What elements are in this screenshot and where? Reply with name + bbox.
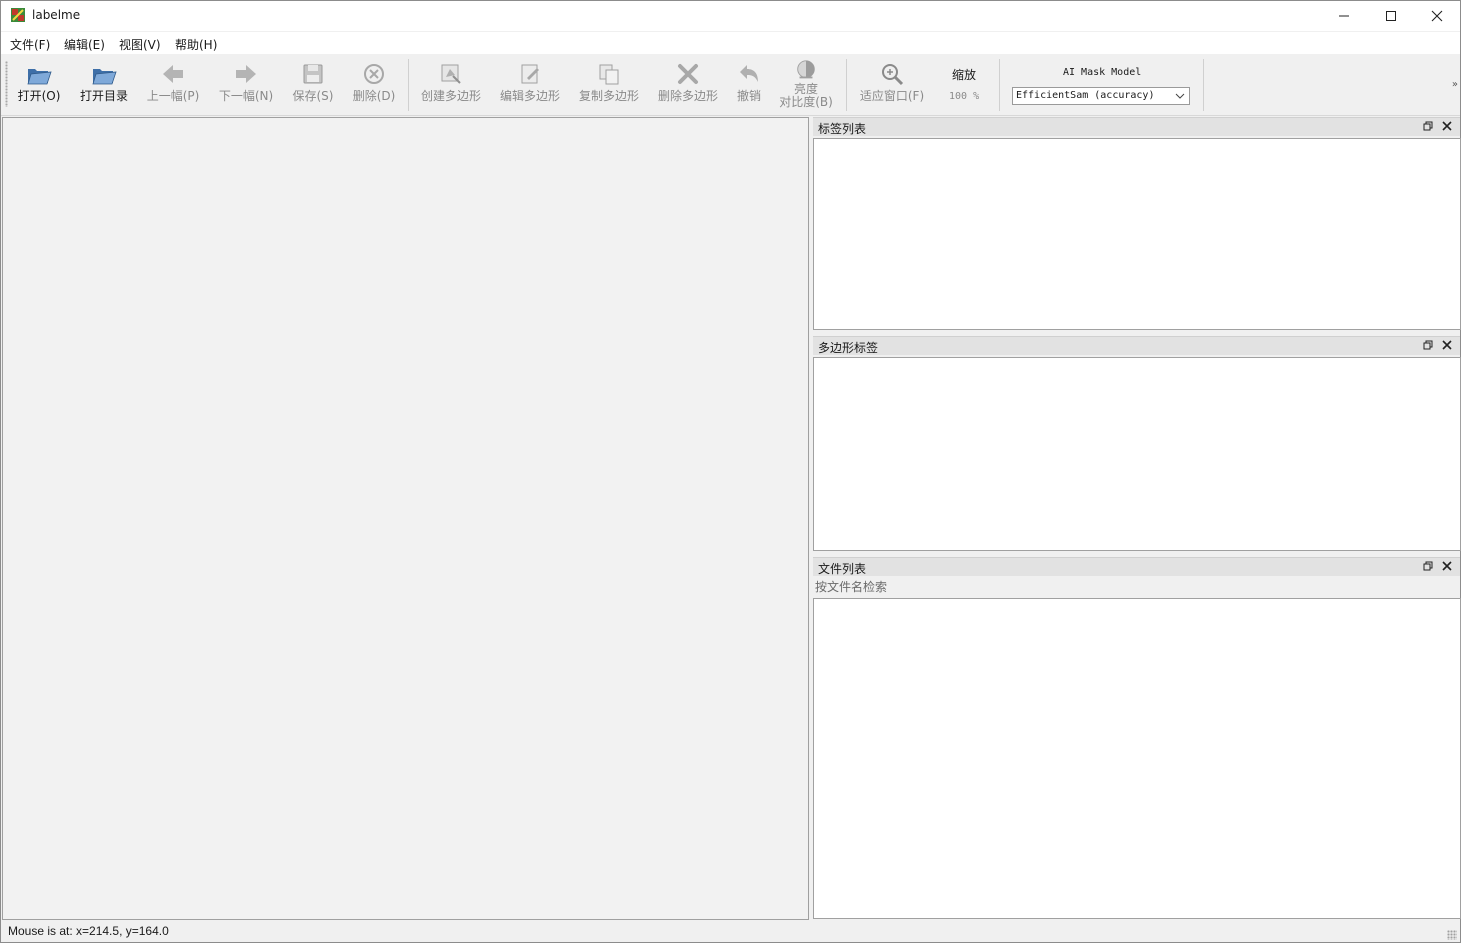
close-window-button[interactable] (1414, 1, 1460, 31)
file-search-box (813, 577, 1460, 597)
title-bar[interactable]: labelme (1, 1, 1460, 31)
polygon-labels-dock-title[interactable]: 多边形标签 (813, 336, 1460, 355)
close-dock-icon[interactable] (1442, 121, 1452, 131)
toolbar-separator (1203, 59, 1204, 111)
app-window: labelme 文件(F) 编辑(E) 视图(V) 帮助(H) 打开(O) 打开… (0, 0, 1461, 943)
copy-polygon-button[interactable]: 复制多边形 (576, 61, 642, 103)
delete-file-label: 删除(D) (352, 89, 396, 103)
copy-polygon-label: 复制多边形 (578, 89, 639, 103)
undo-arrow-icon (740, 65, 758, 82)
float-dock-icon[interactable] (1423, 340, 1433, 350)
menu-bar: 文件(F) 编辑(E) 视图(V) 帮助(H) (1, 32, 1460, 54)
ai-model-selected-value: EfficientSam (accuracy) (1016, 90, 1155, 101)
floppy-disk-icon (303, 64, 323, 84)
save-label: 保存(S) (292, 89, 334, 103)
prev-image-label: 上一幅(P) (146, 89, 200, 103)
label-list[interactable] (813, 138, 1461, 330)
resize-grip[interactable] (1447, 930, 1457, 940)
zoom-fit-icon (882, 64, 904, 86)
next-image-label: 下一幅(N) (218, 89, 274, 103)
label-list-title: 标签列表 (818, 122, 867, 136)
mouse-position-status: Mouse is at: x=214.5, y=164.0 (8, 924, 169, 938)
undo-button[interactable]: 撤销 (731, 61, 767, 103)
delete-polygon-button[interactable]: 删除多边形 (655, 61, 721, 103)
create-polygon-label: 创建多边形 (420, 89, 481, 103)
maximize-button[interactable] (1368, 1, 1414, 31)
chevron-down-icon (1175, 93, 1185, 99)
toolbar-separator (408, 59, 409, 111)
float-dock-icon[interactable] (1423, 561, 1433, 571)
arrow-left-icon (163, 65, 183, 83)
next-image-button[interactable]: 下一幅(N) (218, 61, 274, 103)
edit-polygon-label: 编辑多边形 (499, 89, 560, 103)
brightness-contrast-button[interactable]: 亮度 对比度(B) (777, 59, 835, 109)
open-button[interactable]: 打开(O) (15, 61, 63, 103)
menu-edit[interactable]: 编辑(E) (64, 36, 105, 53)
menu-view[interactable]: 视图(V) (119, 36, 161, 53)
polygon-labels-title: 多边形标签 (818, 341, 879, 355)
toolbar-extension-button[interactable]: » (1452, 79, 1458, 90)
minimize-button[interactable] (1321, 1, 1367, 31)
save-button[interactable]: 保存(S) (291, 61, 335, 103)
ai-model-label: AI Mask Model (1063, 67, 1142, 78)
polygon-labels-list[interactable] (813, 357, 1461, 551)
brightness-contrast-icon (797, 60, 815, 79)
close-icon (1431, 10, 1443, 22)
toolbar-grip[interactable] (5, 61, 8, 107)
maximize-icon (1386, 11, 1396, 21)
delete-polygon-label: 删除多边形 (657, 89, 718, 103)
window-title: labelme (32, 8, 81, 22)
folder-open-icon (92, 69, 117, 85)
fit-window-button[interactable]: 适应窗口(F) (857, 61, 927, 103)
toolbar: 打开(O) 打开目录 上一幅(P) 下一幅(N) 保存(S) 删除(D) 创建多… (1, 55, 1460, 116)
delete-file-button[interactable]: 删除(D) (351, 61, 397, 103)
close-dock-icon[interactable] (1442, 561, 1452, 571)
open-label: 打开(O) (17, 89, 61, 103)
edit-polygon-button[interactable]: 编辑多边形 (497, 61, 563, 103)
prev-image-button[interactable]: 上一幅(P) (145, 61, 201, 103)
folder-open-icon (27, 69, 52, 85)
open-dir-label: 打开目录 (79, 89, 128, 103)
menu-help[interactable]: 帮助(H) (175, 36, 217, 53)
file-list-dock-title[interactable]: 文件列表 (813, 557, 1460, 576)
image-canvas[interactable] (2, 117, 809, 920)
zoom-value-spinbox[interactable]: 100 % (949, 91, 979, 102)
undo-label: 撤销 (736, 89, 761, 103)
file-list[interactable] (813, 598, 1461, 919)
toolbar-separator (846, 59, 847, 111)
minimize-icon (1339, 15, 1349, 17)
x-mark-icon (678, 64, 698, 84)
file-list-title: 文件列表 (818, 562, 867, 576)
status-bar: Mouse is at: x=214.5, y=164.0 (1, 921, 1460, 942)
brightness-label-line2: 对比度(B) (779, 95, 833, 109)
ai-model-select[interactable]: EfficientSam (accuracy) (1012, 87, 1190, 105)
circle-x-icon (364, 64, 384, 84)
float-dock-icon[interactable] (1423, 121, 1433, 131)
label-list-dock-title[interactable]: 标签列表 (813, 117, 1460, 136)
labelme-logo-icon (11, 8, 25, 22)
create-polygon-icon (441, 64, 461, 84)
close-dock-icon[interactable] (1442, 340, 1452, 350)
menu-file[interactable]: 文件(F) (10, 36, 50, 53)
create-polygon-button[interactable]: 创建多边形 (418, 61, 484, 103)
open-dir-button[interactable]: 打开目录 (77, 61, 131, 103)
arrow-right-icon (236, 65, 256, 83)
edit-document-icon (521, 64, 539, 84)
zoom-label: 缩放 (952, 68, 977, 82)
fit-window-label: 适应窗口(F) (859, 89, 925, 103)
toolbar-separator (999, 59, 1000, 111)
file-search-input[interactable] (813, 577, 1460, 597)
copy-icon (599, 64, 619, 85)
